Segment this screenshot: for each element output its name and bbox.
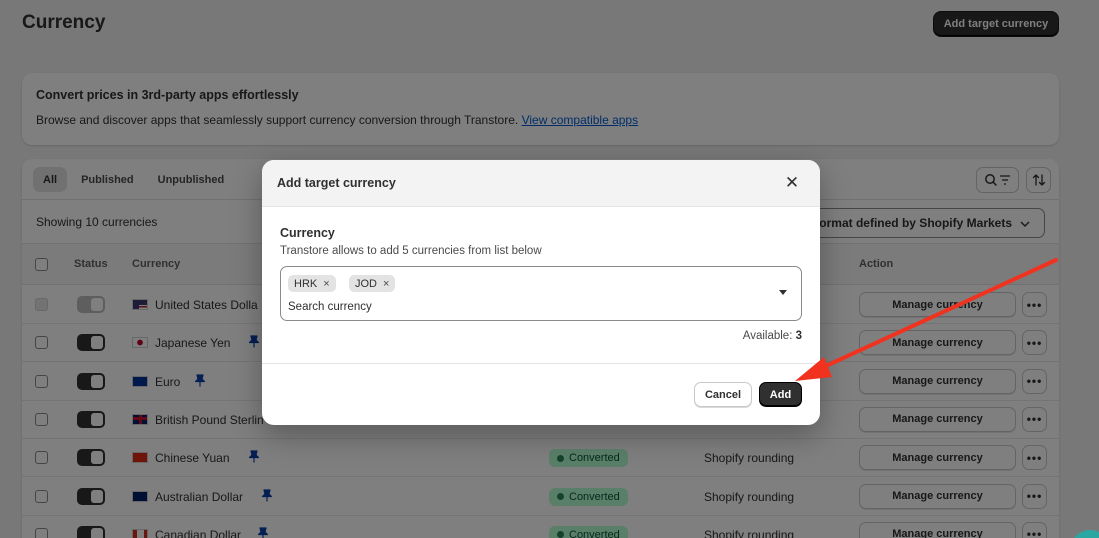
- add-target-currency-modal: Add target currency ✕ Currency Transtore…: [262, 160, 820, 425]
- chip-hrk: HRK ×: [288, 275, 336, 292]
- cancel-button[interactable]: Cancel: [694, 382, 752, 407]
- caret-down-icon[interactable]: [779, 290, 787, 295]
- modal-header: Add target currency ✕: [262, 160, 820, 207]
- currency-field-label: Currency: [280, 226, 335, 240]
- currency-field-help: Transtore allows to add 5 currencies fro…: [280, 245, 542, 257]
- chip-label: JOD: [355, 277, 377, 290]
- remove-chip-icon[interactable]: ×: [323, 278, 329, 290]
- add-button[interactable]: Add: [759, 382, 802, 407]
- search-currency-input[interactable]: [288, 298, 758, 316]
- modal-footer: Cancel Add: [262, 363, 820, 425]
- close-icon[interactable]: ✕: [782, 173, 802, 193]
- chip-jod: JOD ×: [349, 275, 396, 292]
- modal-title: Add target currency: [277, 176, 396, 190]
- available-count: Available: 3: [742, 330, 802, 342]
- currency-multiselect[interactable]: HRK × JOD ×: [280, 266, 802, 321]
- chip-label: HRK: [294, 277, 318, 290]
- remove-chip-icon[interactable]: ×: [383, 278, 389, 290]
